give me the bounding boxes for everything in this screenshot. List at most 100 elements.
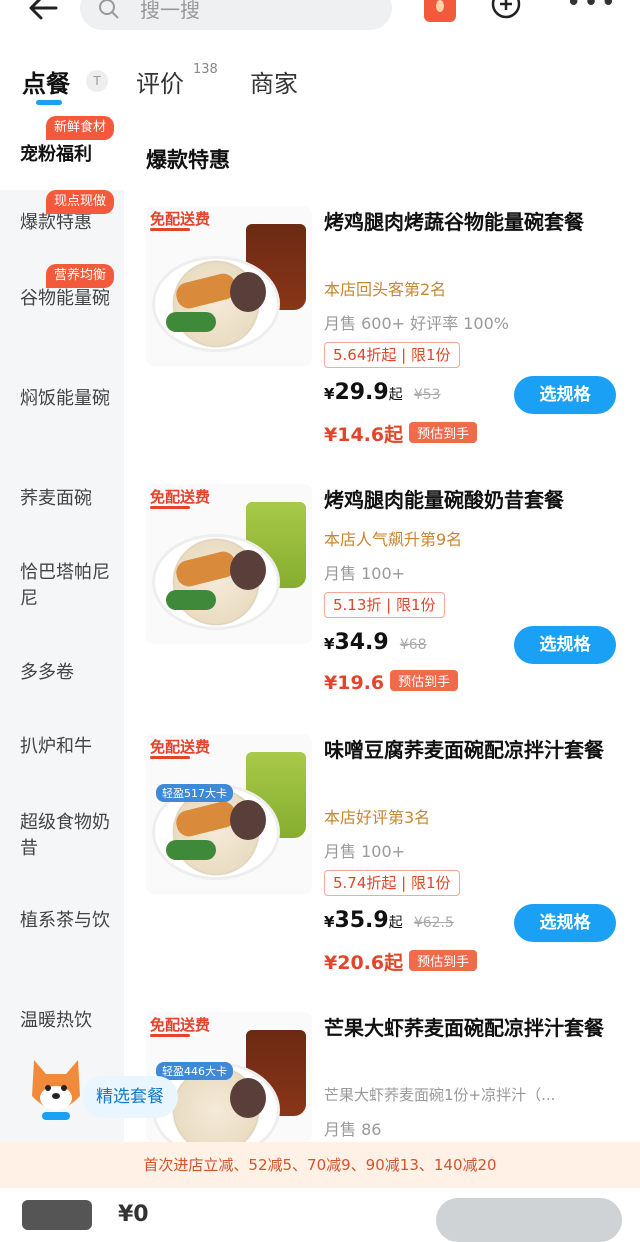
sidebar-item-buckwheat-bowl[interactable]: 荞麦面碗 (0, 486, 124, 512)
calorie-label: 轻盈517大卡 (156, 784, 233, 802)
estimated-price: ¥19.6 (324, 672, 385, 694)
food-grain (230, 272, 266, 312)
estimated-price: ¥14.6起 (324, 424, 404, 446)
original-price: ¥62.5 (413, 915, 454, 931)
product-sales: 月售 100+ (324, 564, 406, 583)
tab-active-indicator (36, 100, 62, 105)
product-name: 味噌豆腐荞麦面碗配凉拌汁套餐 (324, 738, 604, 762)
price-row: ¥29.9起 ¥53 (324, 380, 441, 405)
food-greens (166, 590, 216, 610)
tab-bar: 点餐 T 评价 138 商家 (0, 56, 640, 112)
add-friend-icon[interactable] (486, 0, 526, 24)
food-noodles (230, 800, 266, 840)
tab-merchant[interactable]: 商家 (250, 64, 298, 99)
product-sales: 月售 100+ (324, 842, 406, 861)
promo-underline (150, 756, 190, 759)
promo-underline (150, 506, 190, 509)
sidebar-item-grain-bowl[interactable]: 谷物能量碗 (0, 286, 124, 312)
sidebar-item-label: 恰巴塔帕尼尼 (20, 562, 110, 609)
calorie-label: 轻盈446大卡 (156, 1062, 233, 1080)
product-rank: 本店回头客第2名 (324, 280, 447, 299)
price: 35.9 (334, 908, 389, 933)
sidebar-item-label: 宠粉福利 (20, 144, 92, 165)
price: 29.9 (334, 380, 389, 405)
sidebar-item-grill-wagyu[interactable]: 扒炉和牛 (0, 734, 124, 760)
sidebar-item-label: 爆款特惠 (20, 212, 92, 233)
select-spec-button[interactable]: 选规格 (514, 626, 616, 664)
sidebar-item-superfood-shakes[interactable]: 超级食物奶昔 (0, 810, 124, 862)
sidebar-item-label: 多多卷 (20, 662, 74, 683)
sidebar-tag: 新鲜食材 (46, 116, 115, 140)
more-icon[interactable]: ••• (566, 0, 618, 16)
sidebar-item-label: 超级食物奶昔 (20, 812, 110, 859)
sidebar-item-plant-tea[interactable]: 植系茶与饮 (0, 908, 124, 934)
estimate-row: ¥20.6起 预估到手 (324, 948, 478, 975)
tab-order[interactable]: 点餐 (22, 64, 70, 99)
sidebar-item-ciabatta-panini[interactable]: 恰巴塔帕尼尼 (0, 560, 124, 612)
cart-icon[interactable] (22, 1200, 92, 1230)
estimated-price: ¥20.6起 (324, 952, 404, 974)
sidebar-item-label: 扒炉和牛 (20, 736, 92, 757)
original-price: ¥68 (399, 637, 427, 653)
product-image[interactable]: 免配送费 (146, 206, 312, 366)
price-row: ¥34.9 ¥68 (324, 630, 427, 655)
product-description: 芒果大虾荞麦面碗1份+凉拌汁（... (324, 1086, 556, 1104)
food-greens (166, 840, 216, 860)
sidebar-tag: 营养均衡 (46, 264, 115, 288)
sidebar-item-label: 焖饭能量碗 (20, 388, 110, 409)
food-noodles (230, 1078, 266, 1118)
sidebar-tag: 现点现做 (46, 190, 115, 214)
product-card[interactable]: 免配送费 烤鸡腿肉能量碗酸奶昔套餐 本店人气飙升第9名 月售 100+ 5.13… (146, 484, 636, 754)
product-name: 芒果大虾荞麦面碗配凉拌汁套餐 (324, 1016, 604, 1040)
search-placeholder: 搜一搜 (140, 0, 200, 22)
pin-icon[interactable]: T (86, 70, 108, 92)
product-card[interactable]: 免配送费 烤鸡腿肉烤蔬谷物能量碗套餐 本店回头客第2名 月售 600+ 好评率 … (146, 206, 636, 476)
sidebar-item-label: 谷物能量碗 (20, 288, 110, 309)
product-card[interactable]: 免配送费 轻盈517大卡 味噌豆腐荞麦面碗配凉拌汁套餐 本店好评第3名 月售 1… (146, 734, 636, 1004)
product-name: 烤鸡腿肉烤蔬谷物能量碗套餐 (324, 210, 584, 234)
red-packet-icon[interactable] (424, 0, 456, 22)
estimate-tag: 预估到手 (409, 950, 478, 971)
back-arrow-icon[interactable] (26, 0, 60, 24)
free-delivery-label: 免配送费 (150, 1016, 211, 1034)
estimate-row: ¥19.6 预估到手 (324, 670, 459, 694)
price-suffix: 起 (388, 387, 403, 403)
featured-sets-button[interactable]: 精选套餐 (82, 1076, 178, 1118)
select-spec-button[interactable]: 选规格 (514, 376, 616, 414)
estimate-row: ¥14.6起 预估到手 (324, 420, 478, 447)
search-input[interactable]: 搜一搜 (80, 0, 392, 30)
original-price: ¥53 (413, 387, 441, 403)
free-delivery-label: 免配送费 (150, 488, 211, 506)
shiba-mascot-icon[interactable] (28, 1056, 84, 1122)
search-icon (99, 0, 119, 19)
product-card[interactable]: 免配送费 轻盈446大卡 芒果大虾荞麦面碗配凉拌汁套餐 芒果大虾荞麦面碗1份+凉… (146, 1012, 636, 1142)
price-row: ¥35.9起 ¥62.5 (324, 908, 454, 933)
discount-strip: 首次进店立减、52减5、70减9、90减13、140减20 (0, 1142, 640, 1188)
sidebar-item-braised-rice-bowl[interactable]: 焖饭能量碗 (0, 386, 124, 412)
estimate-tag: 预估到手 (409, 422, 478, 443)
sidebar-item-label: 温暖热饮 (20, 1010, 92, 1031)
checkout-button[interactable] (436, 1198, 622, 1242)
product-rank: 本店人气飙升第9名 (324, 530, 463, 549)
cart-total: ¥0 (118, 1202, 149, 1227)
discount-badge: 5.74折起 | 限1份 (324, 870, 460, 896)
promo-underline (150, 228, 190, 231)
food-greens (166, 312, 216, 332)
sidebar-item-hot-drinks[interactable]: 温暖热饮 (0, 1008, 124, 1034)
free-delivery-label: 免配送费 (150, 738, 211, 756)
product-image[interactable]: 免配送费 轻盈446大卡 (146, 1012, 312, 1142)
promo-underline (150, 1034, 190, 1037)
top-bar: 搜一搜 ••• (0, 0, 640, 40)
product-rank: 本店好评第3名 (324, 808, 431, 827)
sidebar-item-wraps[interactable]: 多多卷 (0, 660, 124, 686)
select-spec-button[interactable]: 选规格 (514, 904, 616, 942)
discount-badge: 5.13折 | 限1份 (324, 592, 445, 618)
food-grain (230, 550, 266, 590)
product-image[interactable]: 免配送费 轻盈517大卡 (146, 734, 312, 894)
discount-badge: 5.64折起 | 限1份 (324, 342, 460, 368)
tab-reviews[interactable]: 评价 (136, 64, 184, 99)
price-suffix: 起 (388, 915, 403, 931)
product-sales: 月售 86 (324, 1120, 382, 1139)
sidebar-item-label: 植系茶与饮 (20, 910, 110, 931)
product-image[interactable]: 免配送费 (146, 484, 312, 644)
